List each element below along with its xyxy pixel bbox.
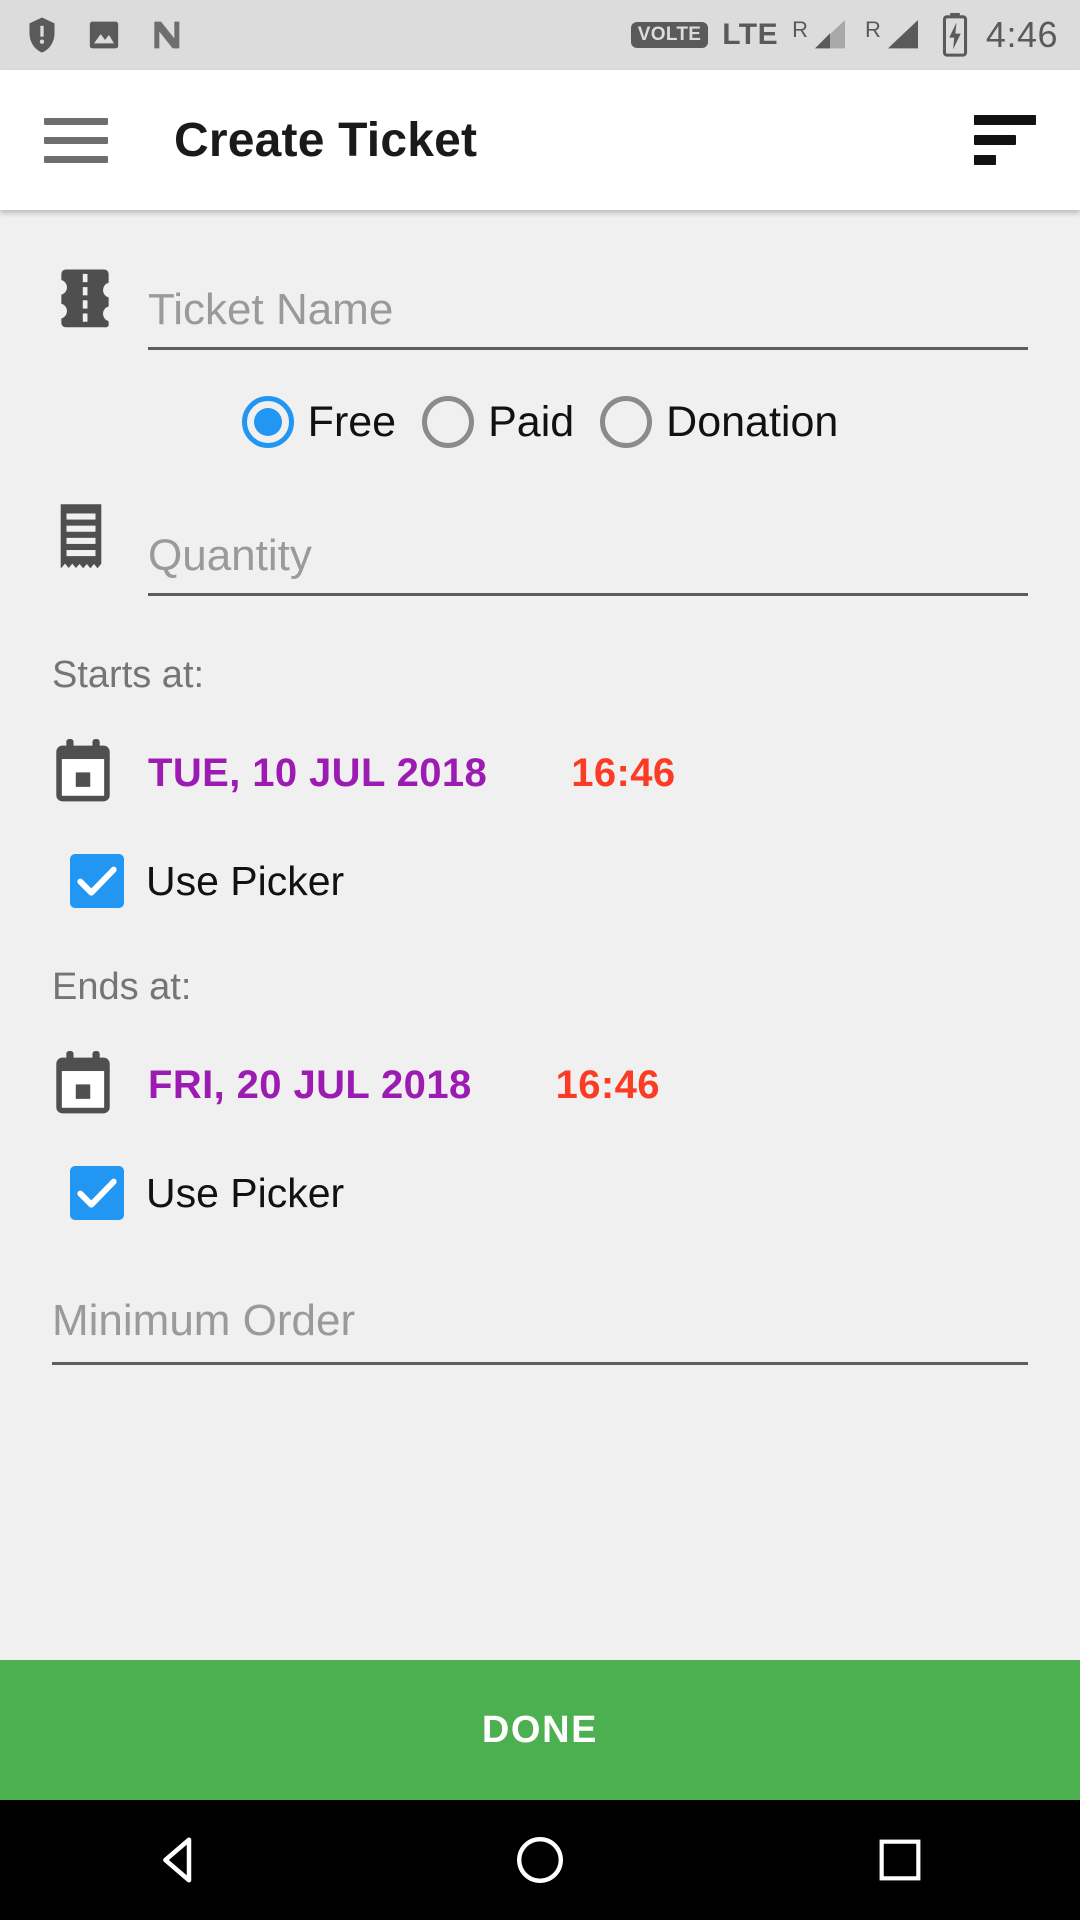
status-bar-left-icons	[22, 15, 186, 55]
signal-bars-1-icon	[815, 20, 846, 49]
ticket-name-input[interactable]: Ticket Name	[148, 284, 1028, 350]
calendar-glyph	[56, 739, 110, 802]
sim2-signal-icon: R	[865, 15, 924, 55]
home-glyph	[517, 1837, 563, 1883]
ticket-name-row: Ticket Name	[52, 266, 1028, 350]
back-triangle-icon[interactable]	[120, 1800, 240, 1920]
recents-glyph	[879, 1839, 921, 1881]
ends-at-label: Ends at:	[52, 966, 192, 1008]
done-button-label: DONE	[481, 1708, 599, 1751]
starts-at-row: TUE, 10 JUL 2018 16:46	[52, 739, 1028, 808]
back-glyph	[163, 1837, 192, 1883]
end-date-value[interactable]: FRI, 20 JUL 2018	[148, 1063, 472, 1108]
photo-icon	[89, 21, 119, 49]
hamburger-menu-icon[interactable]	[44, 117, 108, 163]
quantity-input[interactable]: Quantity	[148, 530, 1028, 596]
shield-alert-icon	[29, 17, 55, 53]
sort-line	[974, 155, 996, 165]
start-use-picker-label: Use Picker	[146, 857, 345, 904]
sort-filter-icon[interactable]	[974, 115, 1036, 165]
end-use-picker-label: Use Picker	[146, 1169, 345, 1216]
network-type-label: LTE	[722, 18, 779, 51]
app-screen: VOLTE LTE R R 4:46 Create Ticket Ticket …	[0, 0, 1080, 1920]
starts-at-label: Starts at:	[52, 654, 205, 696]
receipt-glyph	[60, 504, 102, 569]
end-time-value[interactable]: 16:46	[556, 1063, 660, 1108]
sim1-signal-icon: R	[792, 15, 851, 55]
start-use-picker-checkbox[interactable]	[70, 854, 124, 908]
android-nav-bar	[0, 1800, 1080, 1920]
radio-option-paid[interactable]: Paid	[422, 396, 574, 448]
radio-label-free: Free	[307, 397, 397, 446]
radio-circle-paid-icon	[422, 396, 475, 448]
sim1-roaming-label: R	[792, 17, 809, 42]
quantity-placeholder: Quantity	[148, 530, 312, 580]
minimum-order-placeholder: Minimum Order	[52, 1296, 356, 1345]
price-type-radio-group: Free Paid Donation	[52, 396, 1028, 448]
checkmark-icon	[77, 1178, 117, 1208]
radio-circle-donation-icon	[600, 396, 653, 448]
create-ticket-form: Ticket Name Free Paid Donation Quantity …	[0, 210, 1080, 1660]
calendar-icon-start	[52, 739, 148, 808]
radio-label-paid: Paid	[488, 397, 575, 446]
hamburger-bar	[44, 136, 108, 144]
app-bar: Create Ticket	[0, 70, 1080, 210]
quantity-row: Quantity	[52, 504, 1028, 596]
radio-option-free[interactable]: Free	[241, 396, 397, 448]
sim2-roaming-label: R	[865, 17, 881, 42]
start-use-picker-row[interactable]: Use Picker	[70, 854, 1028, 908]
ticket-name-placeholder: Ticket Name	[148, 284, 394, 334]
home-circle-icon[interactable]	[480, 1800, 600, 1920]
hamburger-bar	[44, 155, 108, 163]
ticket-icon	[52, 266, 148, 350]
radio-label-donation: Donation	[666, 397, 839, 446]
calendar-glyph	[56, 1051, 110, 1114]
status-bar: VOLTE LTE R R 4:46	[0, 0, 1080, 70]
ends-at-row: FRI, 20 JUL 2018 16:46	[52, 1051, 1028, 1120]
end-use-picker-row[interactable]: Use Picker	[70, 1166, 1028, 1220]
recents-square-icon[interactable]	[840, 1800, 960, 1920]
calendar-icon-end	[52, 1051, 148, 1120]
minimum-order-input[interactable]: Minimum Order	[52, 1296, 1028, 1365]
start-time-value[interactable]: 16:46	[571, 751, 675, 796]
radio-option-donation[interactable]: Donation	[600, 396, 838, 448]
start-date-value[interactable]: TUE, 10 JUL 2018	[148, 751, 487, 796]
battery-charging-icon	[942, 12, 967, 57]
status-bar-right-icons: VOLTE LTE R R 4:46	[630, 12, 1058, 58]
checkmark-icon	[77, 866, 117, 896]
ticket-glyph	[61, 269, 109, 328]
nzb-icon	[154, 21, 180, 49]
signal-bars-2-icon	[887, 20, 918, 49]
receipt-icon	[52, 504, 148, 596]
page-title: Create Ticket	[174, 113, 478, 167]
sort-line	[974, 135, 1016, 145]
radio-circle-free-icon	[241, 396, 294, 448]
sort-line	[974, 115, 1036, 125]
status-bar-clock: 4:46	[985, 14, 1058, 55]
done-button[interactable]: DONE	[0, 1660, 1080, 1800]
volte-badge: VOLTE	[630, 22, 709, 48]
hamburger-bar	[44, 117, 108, 125]
end-use-picker-checkbox[interactable]	[70, 1166, 124, 1220]
minimum-order-row: Minimum Order	[52, 1296, 1028, 1365]
